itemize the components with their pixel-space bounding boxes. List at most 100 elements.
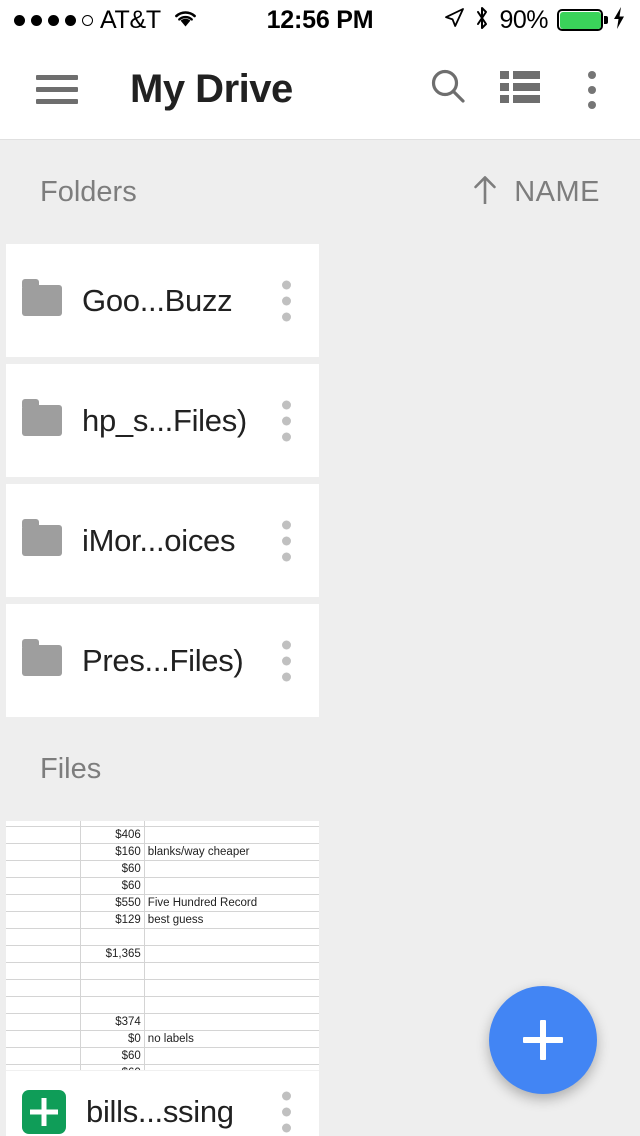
spreadsheet-row: t$550Five Hundred Record xyxy=(6,894,319,912)
spreadsheet-cell: ssing xyxy=(6,826,81,844)
arrow-up-icon xyxy=(470,174,500,211)
spreadsheet-cell: $0 xyxy=(79,1030,145,1048)
spreadsheet-cell: $406 xyxy=(79,826,145,844)
folders-grid: Goo...Buzz hp_s...Files) iMor...oices Pr… xyxy=(0,244,640,717)
status-bar-left: AT&T xyxy=(14,6,199,35)
spreadsheet-cell: gs xyxy=(6,877,81,895)
wifi-icon xyxy=(172,7,199,33)
spreadsheet-row: ssing$374 xyxy=(6,1013,319,1031)
spreadsheet-cell xyxy=(143,826,319,844)
spreadsheet-cell: $160 xyxy=(79,843,145,861)
spreadsheet-row: $60 xyxy=(6,1047,319,1065)
folder-overflow-menu[interactable] xyxy=(282,400,291,441)
folder-card[interactable]: Pres...Files) xyxy=(6,604,319,717)
folder-name: iMor...oices xyxy=(82,522,236,558)
folders-section-title: Folders xyxy=(40,175,137,208)
spreadsheet-row: $129 best guess xyxy=(6,911,319,929)
status-bar-right: 90% xyxy=(443,6,626,35)
signal-dot-5-empty xyxy=(82,14,93,26)
spreadsheet-cell xyxy=(143,979,319,997)
overflow-menu-button[interactable] xyxy=(556,54,628,126)
create-new-fab[interactable] xyxy=(489,986,597,1094)
folder-card[interactable]: hp_s...Files) xyxy=(6,364,319,477)
folder-overflow-menu[interactable] xyxy=(282,640,291,681)
spreadsheet-cell: blanks/way cheaper xyxy=(143,843,319,861)
spreadsheet-cell xyxy=(143,945,319,963)
spreadsheet-row xyxy=(6,996,319,1014)
signal-strength-dots xyxy=(14,14,93,26)
spreadsheet-cell xyxy=(79,928,145,946)
folder-icon xyxy=(22,279,62,316)
files-section-title: Files xyxy=(40,752,102,785)
app-toolbar: My Drive xyxy=(0,40,640,140)
sort-label: NAME xyxy=(514,175,600,208)
more-vertical-icon xyxy=(588,70,596,109)
page-title: My Drive xyxy=(130,67,293,111)
spreadsheet-cell xyxy=(79,979,145,997)
spreadsheet-cell xyxy=(6,928,81,946)
spreadsheet-cell: $1,365 xyxy=(79,945,145,963)
signal-dot-3 xyxy=(48,14,59,26)
search-button[interactable] xyxy=(412,54,484,126)
folder-card[interactable]: Goo...Buzz xyxy=(6,244,319,357)
spreadsheet-cell: Five Hundred Record xyxy=(143,894,319,912)
spreadsheet-cell: $129 xyxy=(79,911,145,929)
folder-overflow-menu[interactable] xyxy=(282,280,291,321)
folder-icon xyxy=(22,519,62,556)
spreadsheet-cell: ssing xyxy=(6,1013,81,1031)
spreadsheet-cell xyxy=(143,877,319,895)
spreadsheet-row xyxy=(6,962,319,980)
spreadsheet-cell: $550 xyxy=(79,894,145,912)
toolbar-actions xyxy=(412,54,640,126)
spreadsheet-cell xyxy=(79,996,145,1014)
lightning-bolt-icon xyxy=(612,6,626,35)
spreadsheet-cell xyxy=(6,911,81,929)
spreadsheet-row: $160 blanks/way cheaper xyxy=(6,843,319,861)
status-bar: AT&T 12:56 PM 90% xyxy=(0,0,640,40)
spreadsheet-cell: best guess xyxy=(143,911,319,929)
file-thumbnail-spreadsheet: ssing$406$160blanks/way cheaper$60gs$60t… xyxy=(6,821,319,1071)
folder-name: Pres...Files) xyxy=(82,642,244,678)
spreadsheet-cell xyxy=(143,962,319,980)
sort-by-name-button[interactable]: NAME xyxy=(470,174,600,211)
signal-dot-1 xyxy=(14,14,25,26)
folders-section-header: Folders NAME xyxy=(0,140,640,244)
hamburger-menu-icon[interactable] xyxy=(36,68,78,111)
bluetooth-icon xyxy=(474,6,490,35)
list-view-button[interactable] xyxy=(484,54,556,126)
spreadsheet-cell: $374 xyxy=(79,1013,145,1031)
spreadsheet-cell xyxy=(6,962,81,980)
carrier-label: AT&T xyxy=(100,5,161,34)
battery-icon xyxy=(557,9,608,31)
spreadsheet-row: $1,365 xyxy=(6,945,319,963)
files-section-header: Files xyxy=(0,717,640,821)
spreadsheet-cell: $60 xyxy=(79,1047,145,1065)
battery-percentage: 90% xyxy=(499,5,548,34)
file-card[interactable]: ssing$406$160blanks/way cheaper$60gs$60t… xyxy=(6,821,319,1136)
folder-icon xyxy=(22,399,62,436)
spreadsheet-row xyxy=(6,928,319,946)
file-card-footer: bills...ssing xyxy=(6,1071,319,1136)
spreadsheet-cell xyxy=(6,860,81,878)
folder-overflow-menu[interactable] xyxy=(282,520,291,561)
spreadsheet-cell: t xyxy=(6,894,81,912)
spreadsheet-row: $60 xyxy=(6,860,319,878)
file-overflow-menu[interactable] xyxy=(282,1091,291,1133)
spreadsheet-cell xyxy=(79,962,145,980)
spreadsheet-cell xyxy=(6,979,81,997)
spreadsheet-cell: $60 xyxy=(79,860,145,878)
spreadsheet-cell: no labels xyxy=(143,1030,319,1048)
spreadsheet-preview-table: ssing$406$160blanks/way cheaper$60gs$60t… xyxy=(6,821,319,1070)
spreadsheet-row xyxy=(6,979,319,997)
spreadsheet-cell xyxy=(143,1047,319,1065)
folder-card[interactable]: iMor...oices xyxy=(6,484,319,597)
spreadsheet-cell xyxy=(6,843,81,861)
search-icon xyxy=(426,65,470,114)
spreadsheet-cell xyxy=(143,1013,319,1031)
list-view-icon xyxy=(500,70,540,109)
folder-name: Goo...Buzz xyxy=(82,282,233,318)
spreadsheet-cell xyxy=(143,996,319,1014)
spreadsheet-row: gs$60 xyxy=(6,877,319,895)
signal-dot-4 xyxy=(65,14,76,26)
spreadsheet-cell xyxy=(6,945,81,963)
